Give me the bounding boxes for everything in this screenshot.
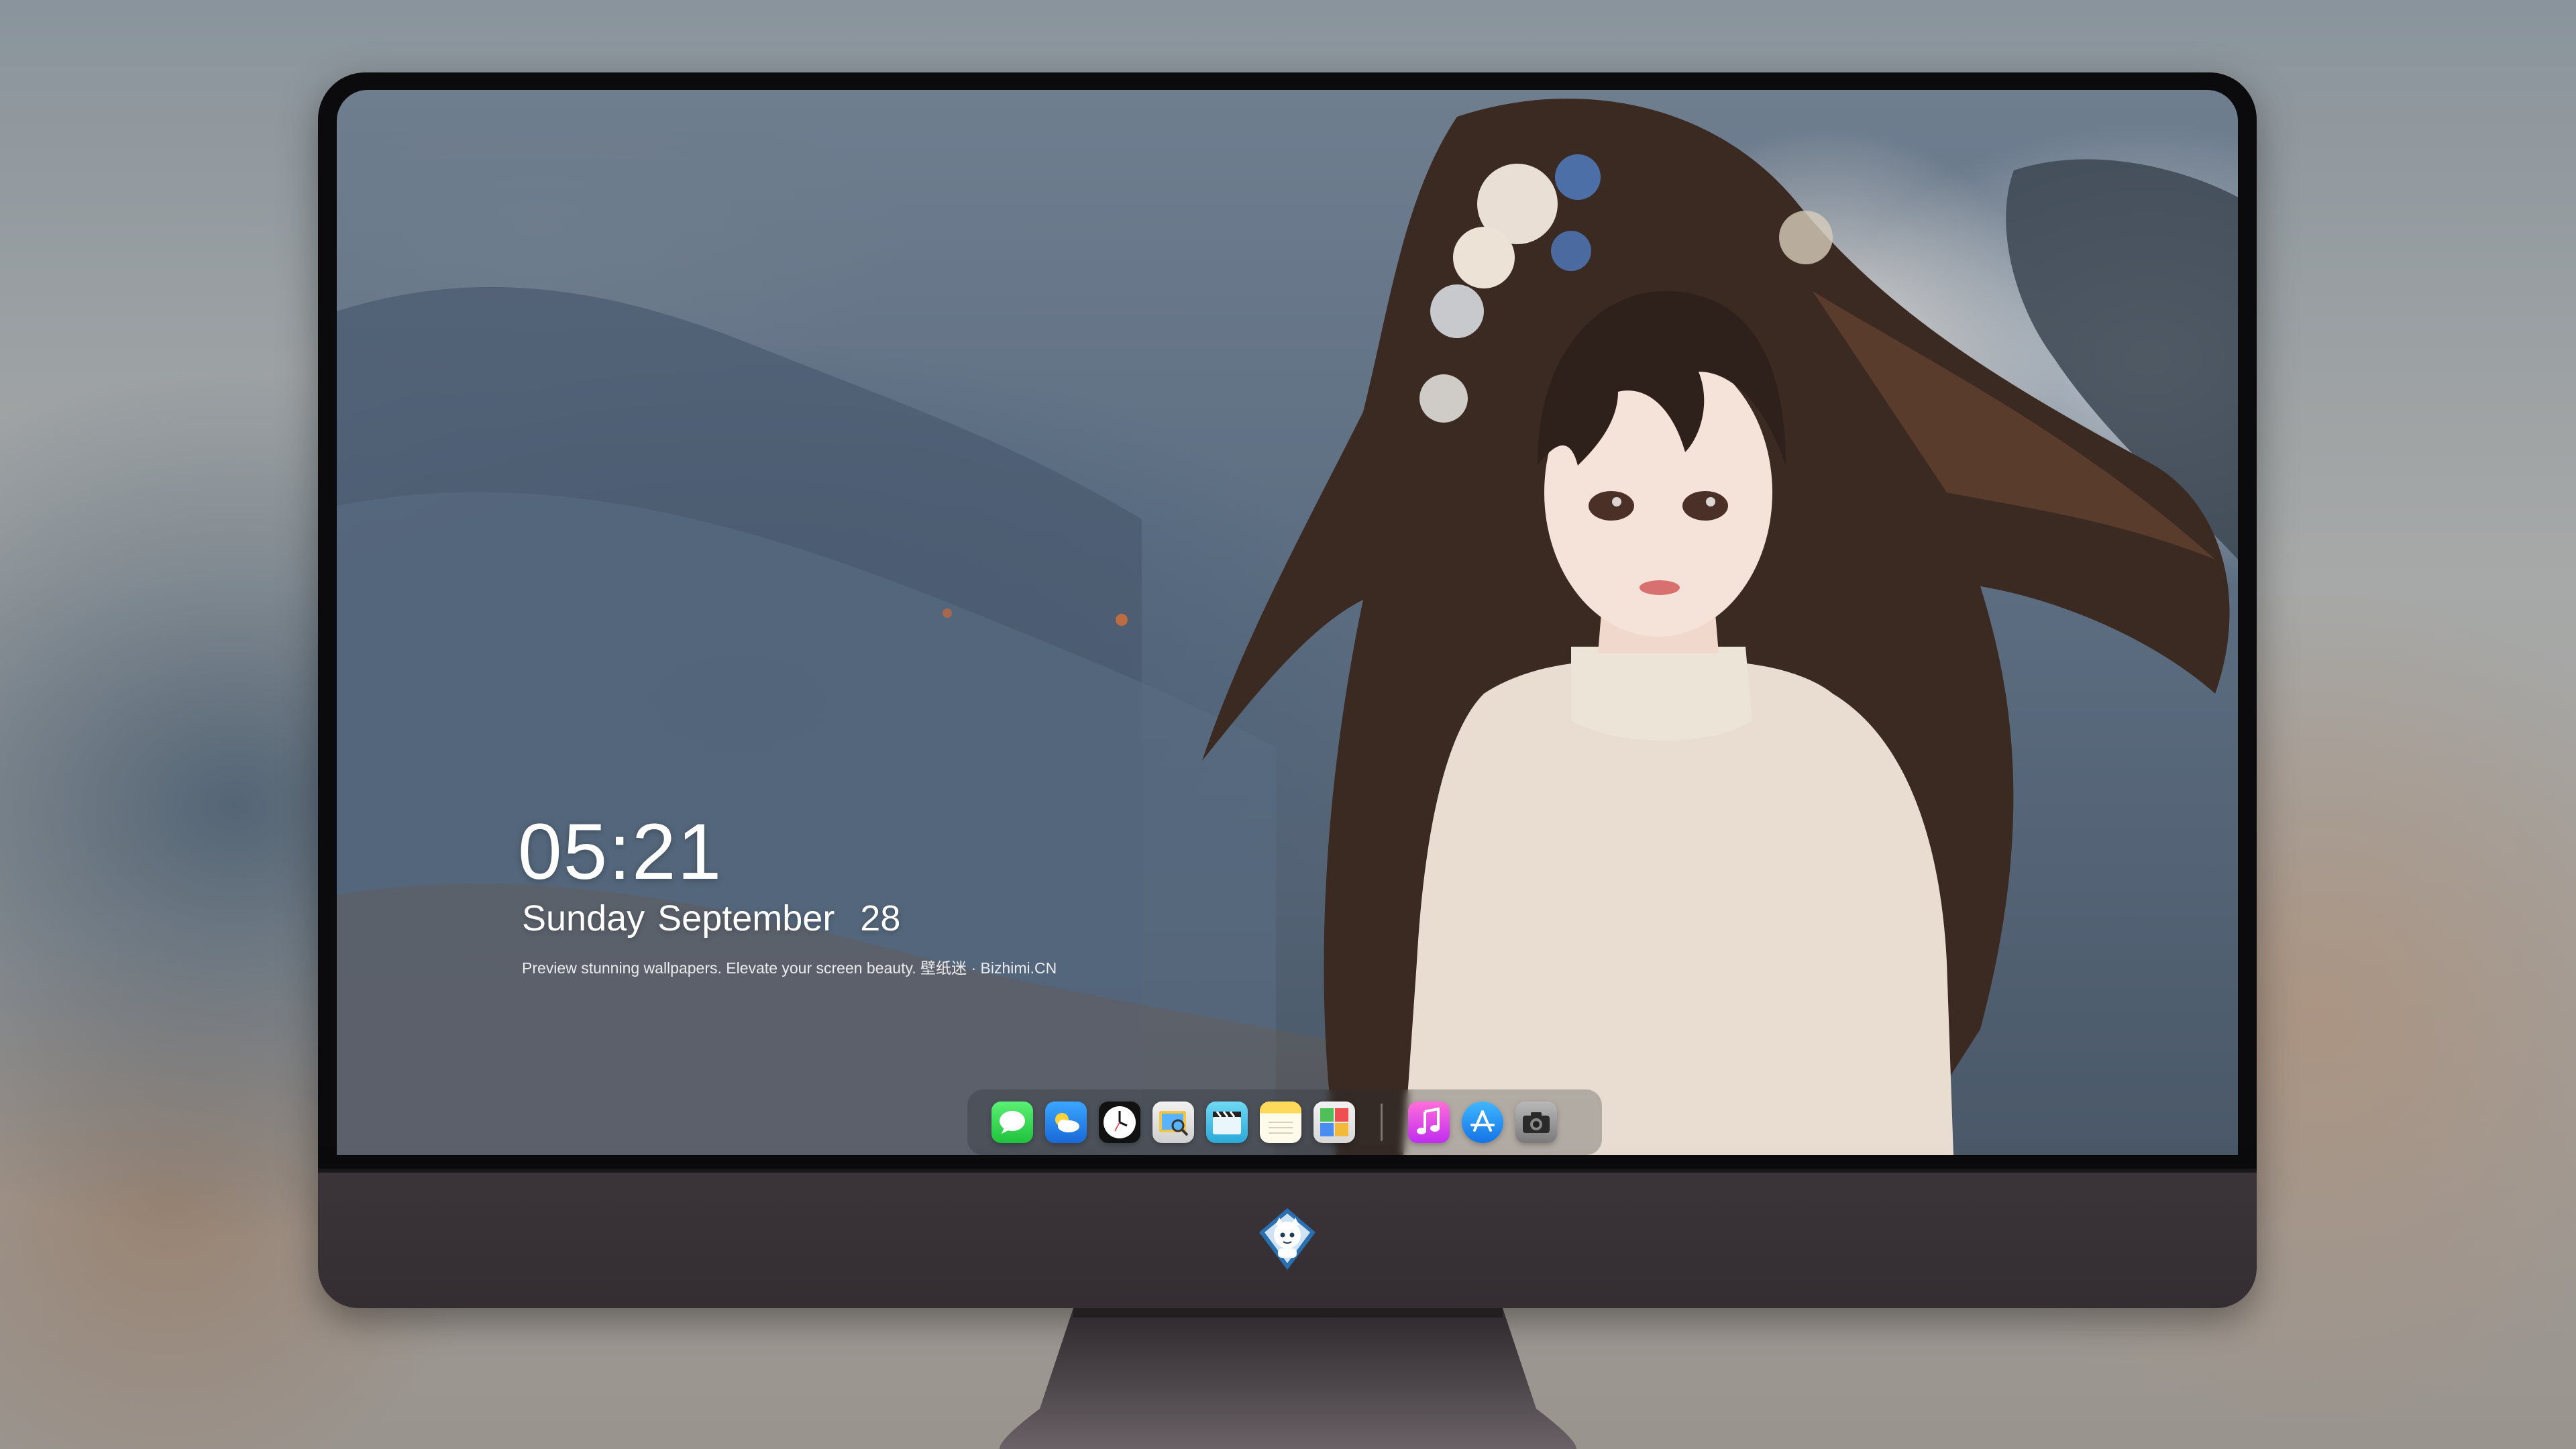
preview-icon[interactable] xyxy=(1152,1102,1194,1143)
monitor-screen: 05:21 Sunday September 28 Preview stunni… xyxy=(337,90,2238,1155)
music-icon[interactable] xyxy=(1408,1102,1450,1143)
app-store-icon[interactable] xyxy=(1462,1102,1503,1143)
clock-icon[interactable] xyxy=(1099,1102,1140,1143)
camera-icon[interactable] xyxy=(1515,1102,1557,1143)
desktop-background: 05:21 Sunday September 28 Preview stunni… xyxy=(0,0,2576,1449)
wallpaper-figure xyxy=(1202,99,2230,1155)
weather-icon[interactable] xyxy=(1045,1102,1087,1143)
lockscreen-clock: 05:21 xyxy=(518,808,723,896)
lockscreen-date: Sunday September 28 xyxy=(522,898,901,938)
clips-icon[interactable] xyxy=(1206,1102,1248,1143)
dock-separator xyxy=(1381,1104,1383,1141)
chin-divider xyxy=(318,1169,2257,1173)
dock xyxy=(967,1089,1602,1155)
lockscreen-tagline: Preview stunning wallpapers. Elevate you… xyxy=(522,959,1057,977)
messages-icon[interactable] xyxy=(991,1102,1033,1143)
notes-icon[interactable] xyxy=(1260,1102,1301,1143)
mascot-logo-icon xyxy=(1259,1208,1316,1270)
monitor-chin xyxy=(318,1169,2257,1308)
monitor-bezel: 05:21 Sunday September 28 Preview stunni… xyxy=(318,72,2257,1173)
photo-booth-icon[interactable] xyxy=(1313,1102,1355,1143)
monitor-stand xyxy=(1000,1308,1576,1449)
